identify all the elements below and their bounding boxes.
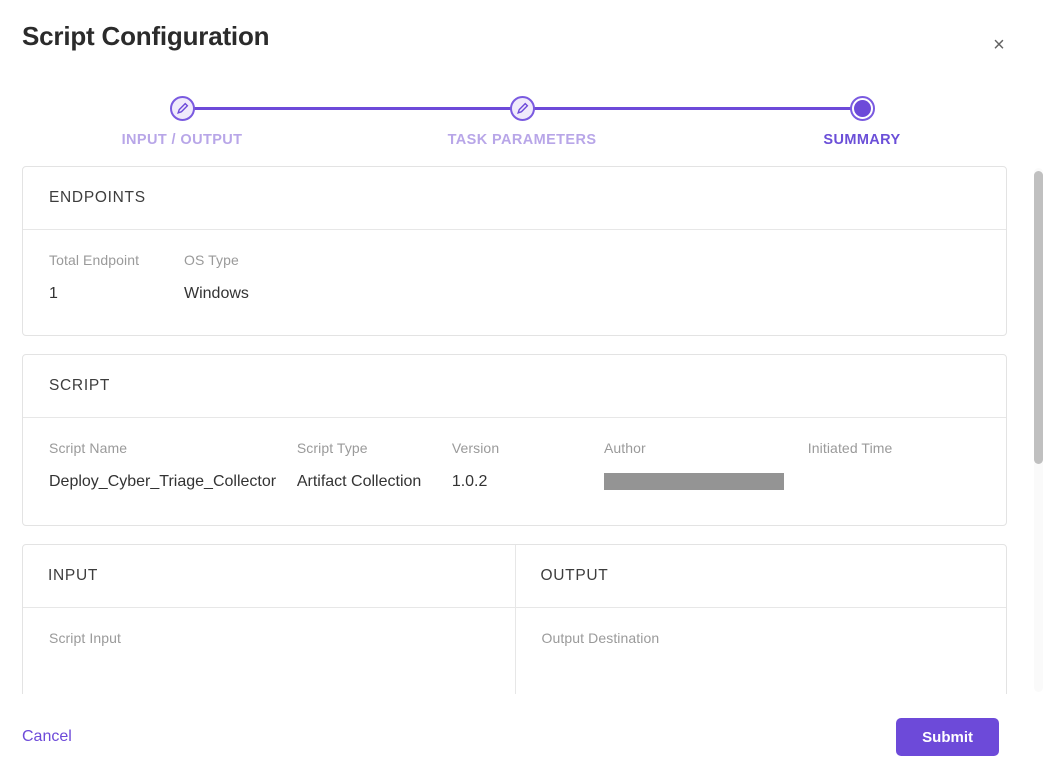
field-script-type: Script Type Artifact Collection: [297, 440, 452, 493]
field-script-input: Script Input: [49, 630, 489, 683]
field-value-author: [604, 473, 808, 495]
field-value-script-name: Deploy_Cyber_Triage_Collector: [49, 473, 297, 493]
stepper-label-task-parameters: TASK PARAMETERS: [448, 132, 597, 148]
pencil-icon: [510, 96, 535, 121]
field-value-output-destination: [542, 663, 981, 683]
script-card-header: SCRIPT: [23, 355, 1006, 418]
redacted-author-value: [604, 473, 784, 490]
field-label-script-type: Script Type: [297, 440, 452, 456]
wizard-stepper: INPUT / OUTPUT TASK PARAMETERS SUMMARY: [0, 78, 1047, 166]
endpoints-card-title: ENDPOINTS: [49, 189, 146, 207]
field-value-os-type: Windows: [184, 285, 384, 305]
input-card-body: Script Input: [23, 608, 515, 694]
script-card: SCRIPT Script Name Deploy_Cyber_Triage_C…: [22, 354, 1007, 526]
submit-button[interactable]: Submit: [896, 718, 999, 756]
stepper-label-summary: SUMMARY: [823, 132, 900, 148]
summary-scroll-area[interactable]: ENDPOINTS Total Endpoint 1 OS Type Windo…: [22, 166, 1022, 694]
filled-dot-icon: [850, 96, 875, 121]
endpoints-card-body: Total Endpoint 1 OS Type Windows: [23, 230, 1006, 335]
field-label-total-endpoint: Total Endpoint: [49, 252, 184, 268]
input-output-card: INPUT Script Input OUTPUT: [22, 544, 1007, 694]
field-os-type: OS Type Windows: [184, 252, 384, 305]
stepper-label-input-output: INPUT / OUTPUT: [122, 132, 243, 148]
field-output-destination: Output Destination: [542, 630, 981, 683]
close-icon[interactable]: ×: [987, 33, 1011, 57]
modal-body: ENDPOINTS Total Endpoint 1 OS Type Windo…: [0, 166, 1047, 694]
field-value-version: 1.0.2: [452, 473, 604, 493]
modal-footer: Cancel Submit: [0, 694, 1047, 780]
field-author: Author: [604, 440, 808, 495]
output-section: OUTPUT Output Destination: [515, 545, 1007, 694]
output-card-header: OUTPUT: [516, 545, 1007, 608]
field-label-os-type: OS Type: [184, 252, 384, 268]
output-card-body: Output Destination: [516, 608, 1007, 694]
field-value-script-input: [49, 663, 489, 683]
field-total-endpoint: Total Endpoint 1: [49, 252, 184, 305]
field-version: Version 1.0.2: [452, 440, 604, 493]
scrollbar-thumb[interactable]: [1034, 171, 1043, 464]
field-label-script-name: Script Name: [49, 440, 297, 456]
field-label-output-destination: Output Destination: [542, 630, 981, 646]
output-card-title: OUTPUT: [541, 567, 609, 585]
field-initiated-time: Initiated Time: [808, 440, 980, 493]
input-card-title: INPUT: [48, 567, 98, 585]
field-value-initiated-time: [808, 473, 980, 493]
page-title: Script Configuration: [22, 21, 269, 52]
field-script-name: Script Name Deploy_Cyber_Triage_Collecto…: [49, 440, 297, 493]
endpoints-card: ENDPOINTS Total Endpoint 1 OS Type Windo…: [22, 166, 1007, 336]
field-label-version: Version: [452, 440, 604, 456]
pencil-icon: [170, 96, 195, 121]
script-card-body: Script Name Deploy_Cyber_Triage_Collecto…: [23, 418, 1006, 525]
cancel-button[interactable]: Cancel: [22, 724, 72, 750]
script-card-title: SCRIPT: [49, 377, 110, 395]
script-configuration-modal: Script Configuration × INPUT / OUTPUT: [0, 0, 1047, 780]
field-label-script-input: Script Input: [49, 630, 489, 646]
endpoints-card-header: ENDPOINTS: [23, 167, 1006, 230]
vertical-scrollbar[interactable]: [1034, 168, 1043, 692]
input-section: INPUT Script Input: [23, 545, 515, 694]
field-value-total-endpoint: 1: [49, 285, 184, 305]
modal-header: Script Configuration ×: [0, 0, 1047, 78]
input-card-header: INPUT: [23, 545, 515, 608]
field-label-author: Author: [604, 440, 808, 456]
field-label-initiated-time: Initiated Time: [808, 440, 980, 456]
field-value-script-type: Artifact Collection: [297, 473, 452, 493]
